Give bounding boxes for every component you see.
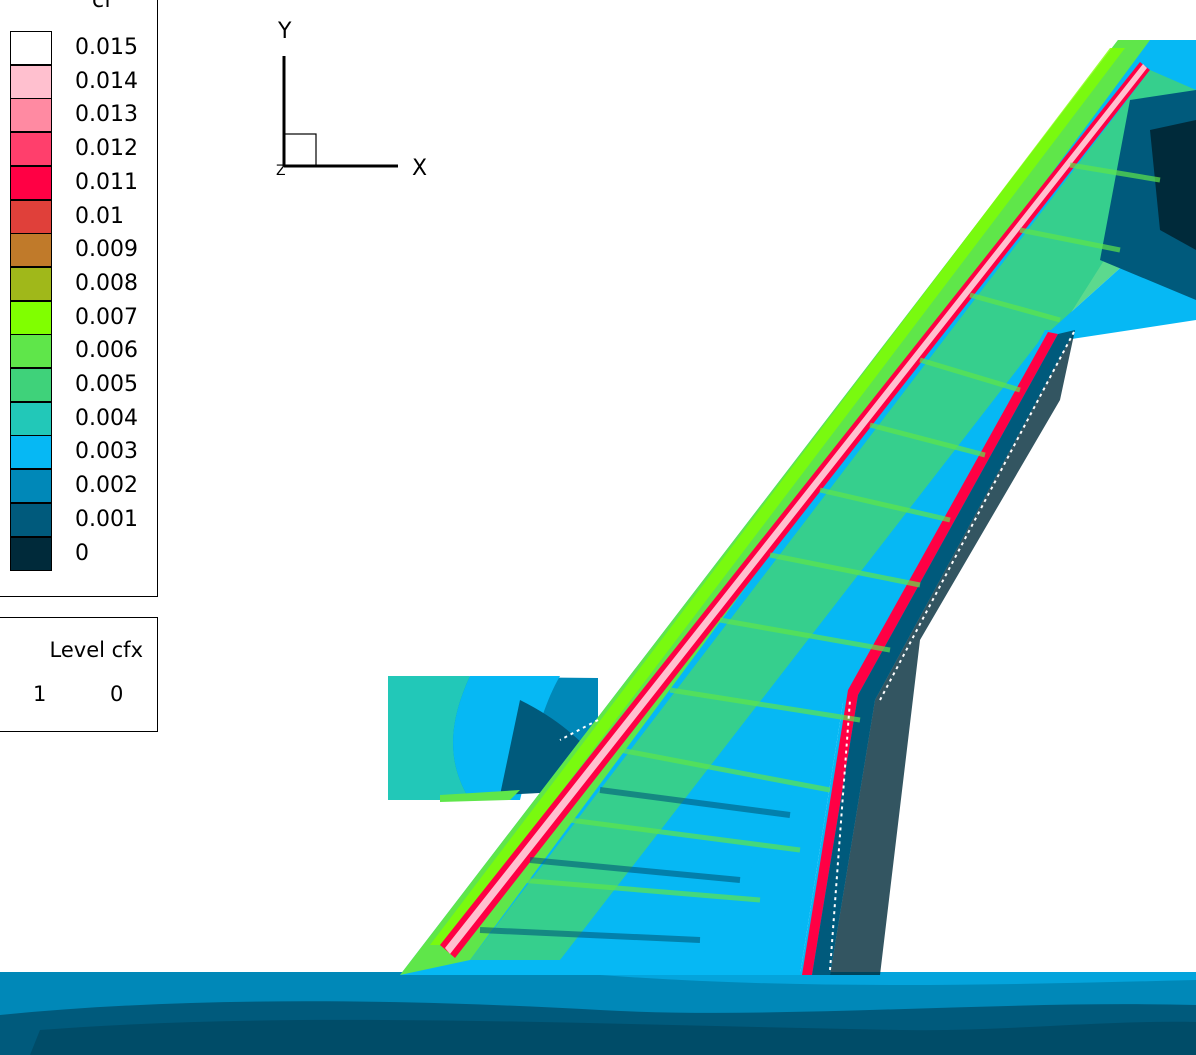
legend-swatch	[10, 233, 52, 268]
axis-x-label: X	[412, 156, 427, 181]
legend-swatch	[10, 165, 52, 200]
legend-swatch	[10, 64, 52, 99]
legend-level-label: 0.003	[75, 439, 138, 465]
legend-swatch	[10, 401, 52, 436]
legend-level-label: 0.007	[75, 304, 138, 330]
legend-swatch	[10, 502, 52, 537]
legend-swatch	[10, 435, 52, 470]
cf-contour-plot	[0, 40, 1196, 1055]
legend-swatch	[10, 334, 52, 369]
colorbar-legend: cf 0.015 0.014 0.013 0.012 0.011 0.01 0.009 0.0…	[0, 0, 158, 597]
contour-level-table: Level cfx 1 0	[0, 617, 158, 732]
legend-level-label: 0.002	[75, 473, 138, 499]
legend-level-label: 0.001	[75, 506, 138, 532]
axis-y-label: Y	[277, 19, 292, 44]
legend-level-label: 0.008	[75, 270, 138, 296]
legend-level-label: 0.009	[75, 237, 138, 263]
contour-table-value: 0	[110, 682, 124, 706]
legend-swatch	[10, 469, 52, 504]
legend-level-label: 0.006	[75, 338, 138, 364]
legend-swatch	[10, 98, 52, 133]
axis-z-label: Z	[276, 163, 286, 179]
legend-swatch	[10, 536, 52, 571]
contour-table-level: 1	[33, 682, 47, 706]
legend-level-label: 0.005	[75, 372, 138, 397]
legend-level-label: 0.01	[75, 203, 124, 229]
legend-title: cf	[92, 0, 112, 13]
legend-level-label: 0	[75, 540, 89, 566]
legend-level-label: 0.004	[75, 405, 138, 431]
contour-table-header: Level cfx	[49, 638, 143, 662]
legend-swatch	[10, 31, 52, 65]
axes-triad: Y X Z	[276, 19, 427, 181]
legend-swatch	[10, 199, 52, 234]
legend-swatch	[10, 132, 52, 167]
legend-level-label: 0.013	[75, 102, 138, 128]
legend-level-label: 0.011	[75, 169, 138, 195]
legend-level-label: 0.015	[75, 35, 138, 60]
legend-swatch	[10, 266, 52, 301]
legend-swatch	[10, 368, 52, 402]
legend-swatch	[10, 300, 52, 335]
legend-level-label: 0.012	[75, 136, 138, 162]
legend-level-label: 0.014	[75, 68, 138, 94]
